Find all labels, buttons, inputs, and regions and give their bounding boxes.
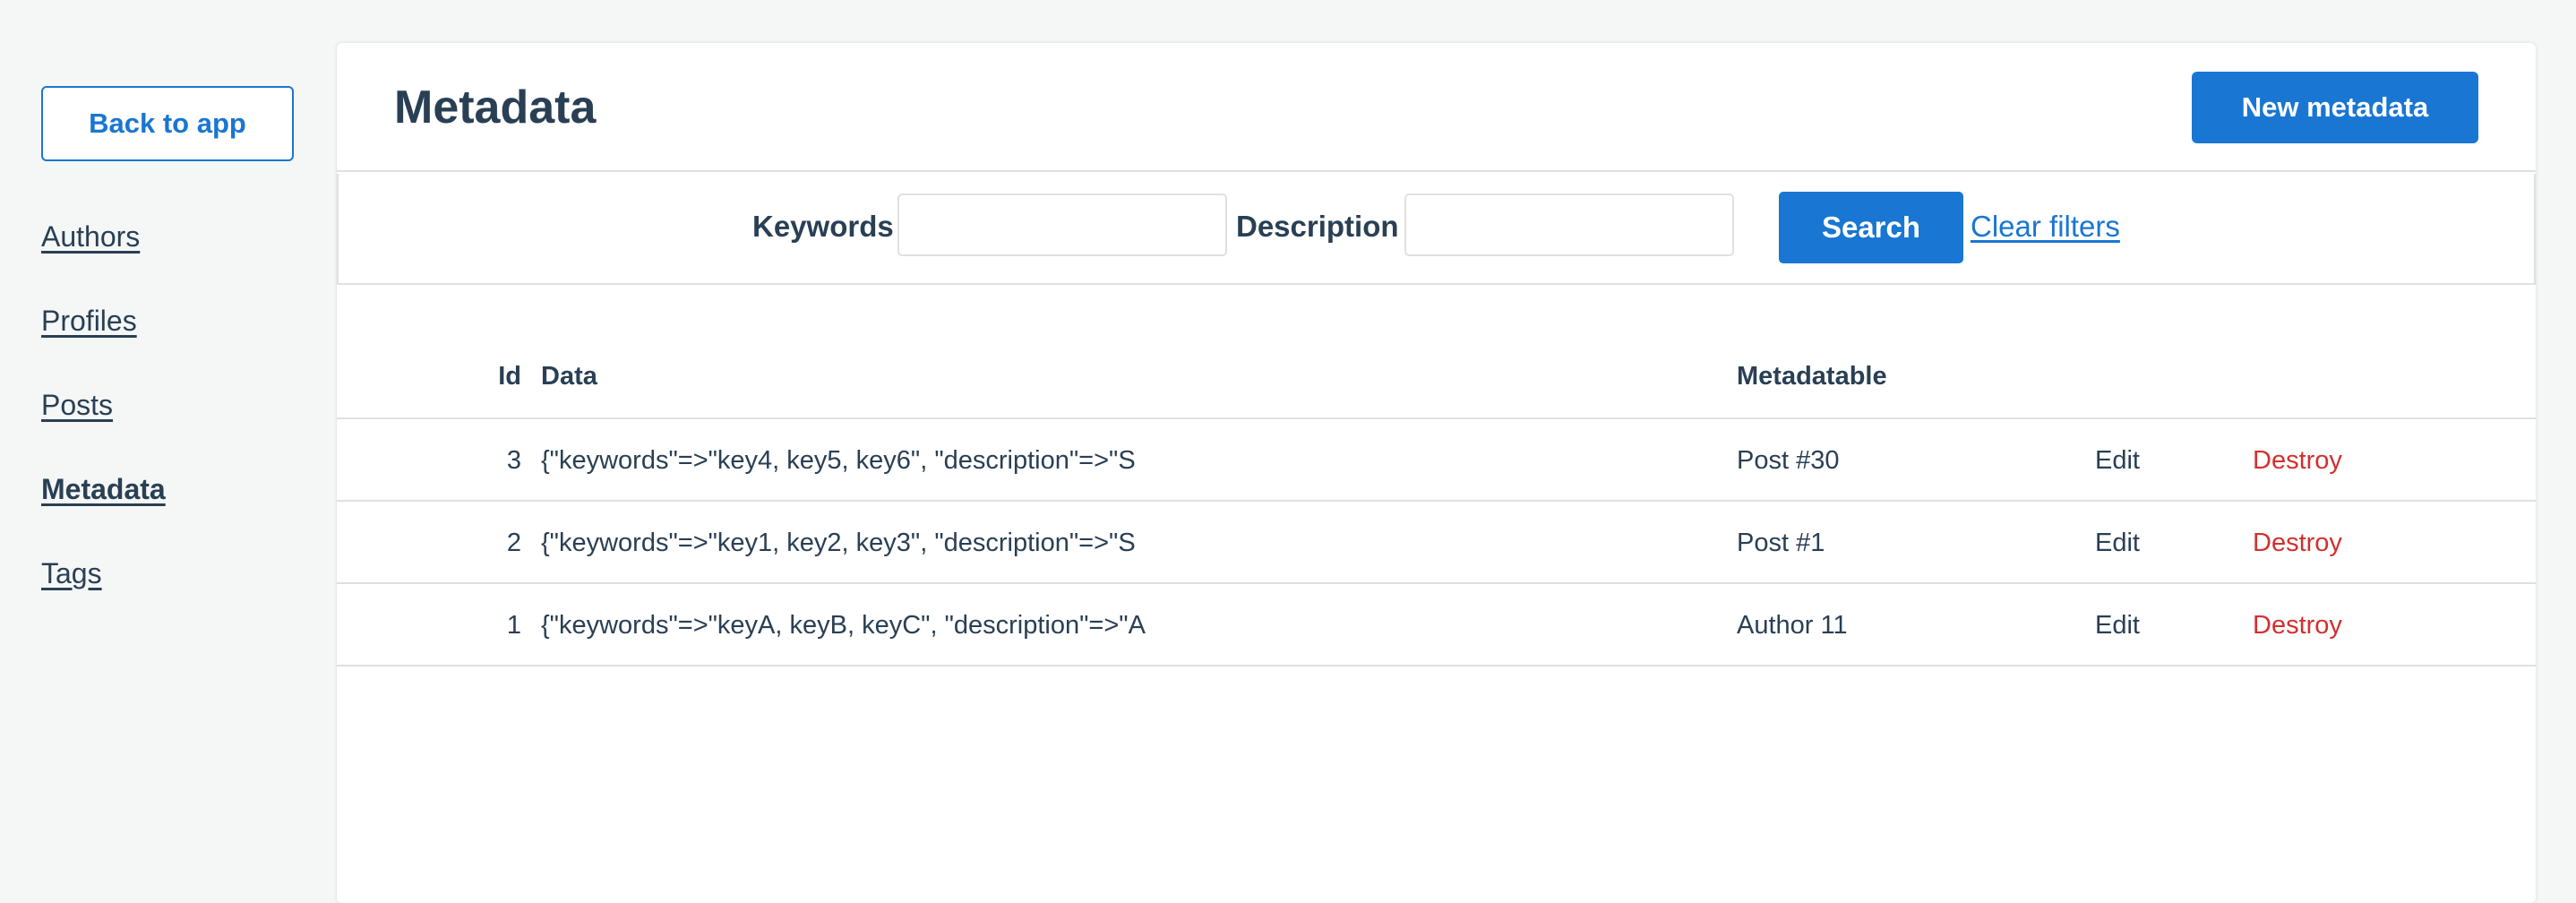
sidebar-item-tags[interactable]: Tags <box>41 554 166 638</box>
cell-data: {"keywords"=>"keyA, keyB, keyC", "descri… <box>541 611 1146 640</box>
edit-link[interactable]: Edit <box>2095 446 2140 476</box>
table-row[interactable]: 3 {"keywords"=>"key4, key5, key6", "desc… <box>337 419 2536 502</box>
keywords-label: Keywords <box>752 210 894 243</box>
new-metadata-button[interactable]: New metadata <box>2192 72 2478 143</box>
cell-metadatable[interactable]: Author 11 <box>1737 611 1848 641</box>
page-header: Metadata New metadata <box>337 43 2536 172</box>
table-row[interactable]: 1 {"keywords"=>"keyA, keyB, keyC", "desc… <box>337 584 2536 666</box>
cell-id: 2 <box>506 529 521 557</box>
back-to-app-button[interactable]: Back to app <box>41 86 294 161</box>
keywords-input[interactable] <box>897 194 1227 256</box>
search-button[interactable]: Search <box>1779 192 1963 263</box>
column-header-metadatable[interactable]: Metadatable <box>1737 362 1887 391</box>
page-title: Metadata <box>394 82 597 133</box>
edit-link[interactable]: Edit <box>2095 611 2140 641</box>
table-row[interactable]: 2 {"keywords"=>"key1, key2, key3", "desc… <box>337 502 2536 584</box>
sidebar-nav: Authors Profiles Posts Metadata Tags <box>41 217 166 638</box>
destroy-link[interactable]: Destroy <box>2253 611 2342 641</box>
description-label: Description <box>1236 210 1399 243</box>
sidebar-item-authors[interactable]: Authors <box>41 217 166 301</box>
filter-bar: Keywords Description Search Clear filter… <box>337 174 2536 285</box>
sidebar-item-posts[interactable]: Posts <box>41 385 166 469</box>
cell-id: 3 <box>506 446 521 475</box>
cell-metadatable[interactable]: Post #30 <box>1737 446 1839 476</box>
main-panel: Metadata New metadata Keywords Descripti… <box>337 43 2536 903</box>
cell-id: 1 <box>506 611 521 640</box>
cell-metadatable[interactable]: Post #1 <box>1737 529 1825 558</box>
cell-data: {"keywords"=>"key4, key5, key6", "descri… <box>541 446 1136 475</box>
clear-filters-link[interactable]: Clear filters <box>1971 210 2120 244</box>
sidebar: Back to app Authors Profiles Posts Metad… <box>0 0 337 896</box>
table-header: Id Data Metadatable <box>337 287 2536 419</box>
metadata-table: Id Data Metadatable 3 {"keywords"=>"key4… <box>337 287 2536 666</box>
column-header-id[interactable]: Id <box>498 362 521 391</box>
description-input[interactable] <box>1404 194 1734 256</box>
destroy-link[interactable]: Destroy <box>2253 529 2342 558</box>
sidebar-item-profiles[interactable]: Profiles <box>41 301 166 385</box>
sidebar-item-metadata[interactable]: Metadata <box>41 469 166 554</box>
destroy-link[interactable]: Destroy <box>2253 446 2342 476</box>
edit-link[interactable]: Edit <box>2095 529 2140 558</box>
column-header-data[interactable]: Data <box>541 362 597 391</box>
cell-data: {"keywords"=>"key1, key2, key3", "descri… <box>541 529 1136 557</box>
